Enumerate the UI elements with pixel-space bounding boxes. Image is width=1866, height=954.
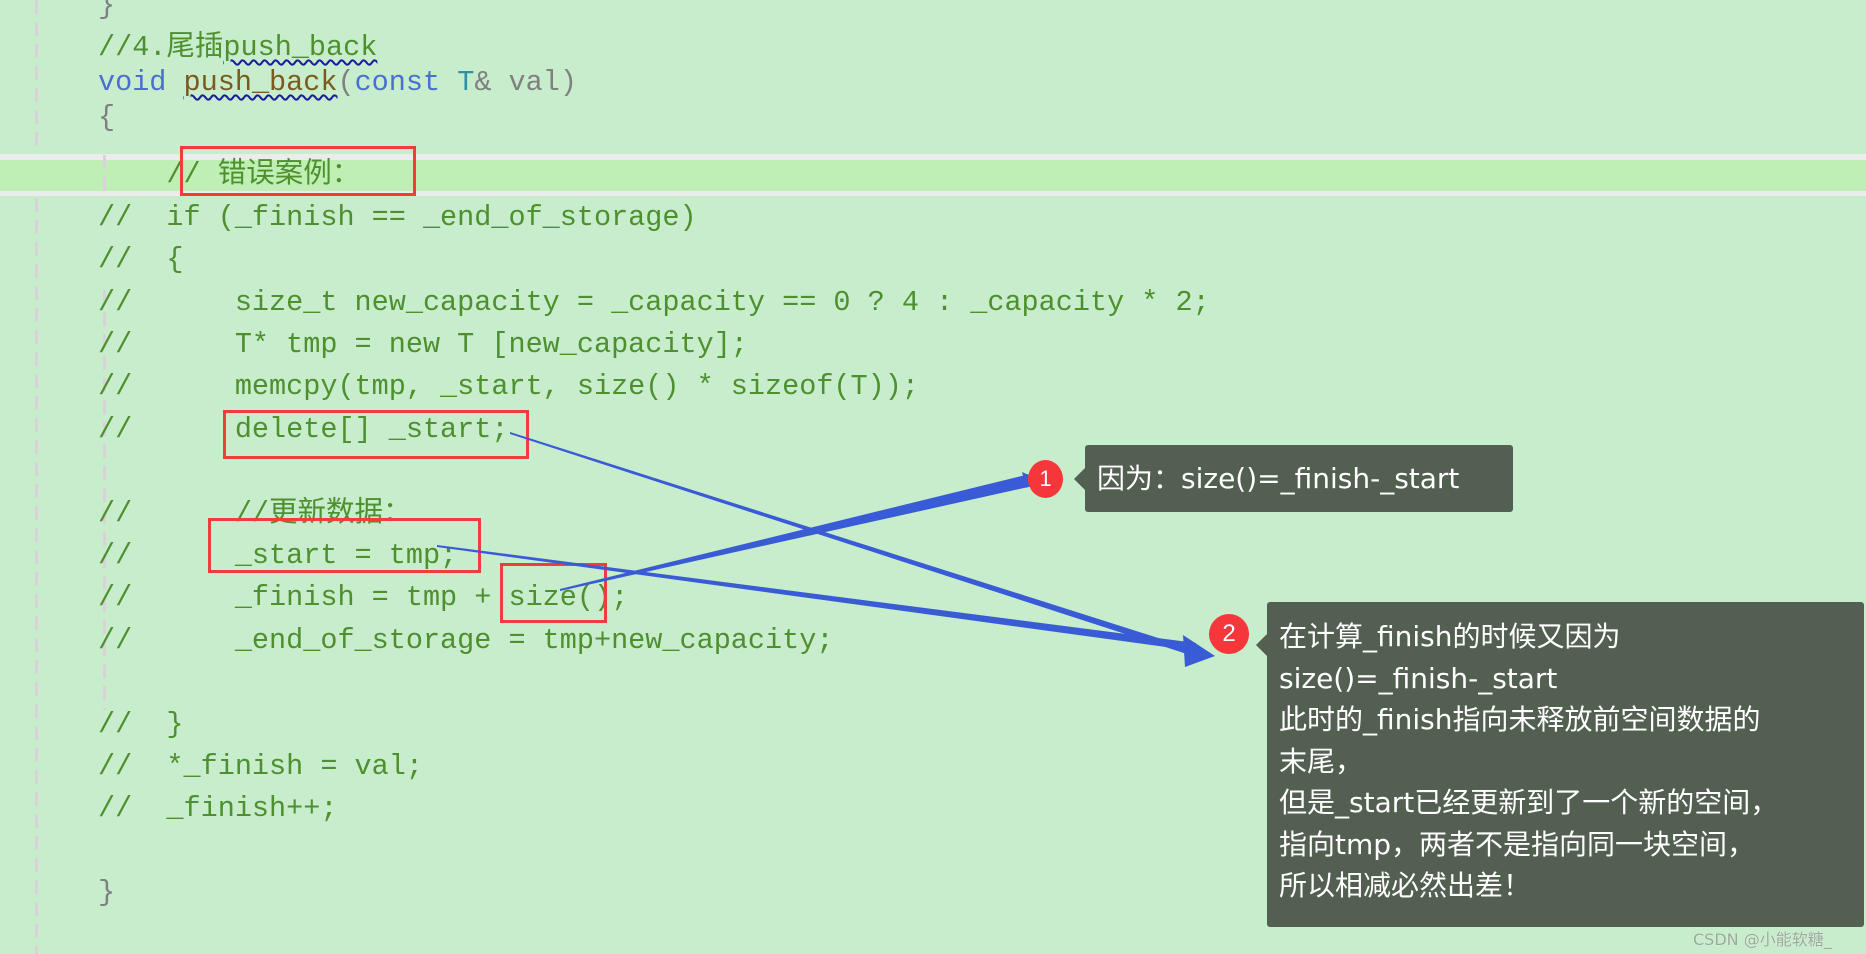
callout-line: size()=_finish-_start — [1279, 661, 1558, 695]
note-badge-1: 1 — [1028, 460, 1063, 498]
callout-line: 在计算_finish的时候又因为 — [1279, 620, 1621, 653]
note-callout-1: 因为：size()=_finish-_start — [1074, 445, 1513, 512]
note-badge-2: 2 — [1209, 614, 1249, 654]
callout-line: 末尾， — [1279, 744, 1364, 778]
callout-line: 但是_start已经更新到了一个新的空间， — [1279, 786, 1779, 819]
callout-line: 所以相减必然出差！ — [1279, 869, 1532, 902]
watermark: CSDN @小能软糖_ — [1693, 930, 1832, 949]
arrow-size-to-note1 — [560, 474, 1033, 591]
note-callout-2: 在计算_finish的时候又因为 size()=_finish-_start 此… — [1256, 602, 1864, 927]
callout-line: 指向tmp，两者不是指向同一块空间， — [1279, 827, 1756, 861]
arrow-start-to-note2 — [437, 545, 1196, 651]
callout-line: 此时的_finish指向未释放前空间数据的 — [1279, 703, 1761, 736]
